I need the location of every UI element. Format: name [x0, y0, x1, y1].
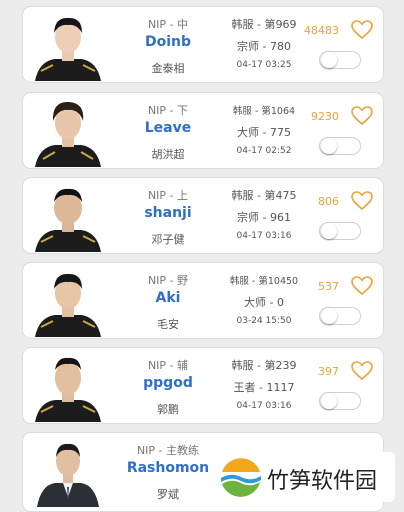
tier-points: 王者 - 1117 — [233, 381, 295, 394]
team-role: NIP - 野 — [147, 274, 189, 287]
follow-toggle[interactable] — [319, 392, 361, 410]
follow-toggle[interactable] — [319, 137, 361, 155]
heart-icon[interactable] — [351, 20, 373, 40]
player-card[interactable]: NIP - 野 Aki 毛安 韩服 - 第10450 大师 - 0 03-24 … — [22, 262, 384, 339]
team-role: NIP - 上 — [147, 189, 189, 202]
toggle-knob — [321, 138, 337, 154]
like-count: 806 — [318, 195, 339, 208]
server-rank: 韩服 - 第10450 — [229, 276, 299, 287]
server-rank: 韩服 - 第1064 — [232, 106, 296, 117]
team-role: NIP - 主教练 — [136, 444, 200, 457]
player-nickname[interactable]: Leave — [123, 120, 213, 136]
tier-points: 大师 - 775 — [237, 126, 291, 139]
like-count: 48483 — [304, 24, 339, 37]
player-avatar — [33, 9, 103, 81]
player-avatar — [33, 95, 103, 167]
update-time: 04-17 02:52 — [236, 146, 292, 156]
follow-toggle[interactable] — [319, 51, 361, 69]
update-time: 04-17 03:16 — [236, 401, 292, 411]
player-real-name: 胡洪超 — [151, 148, 185, 161]
bamboo-logo-icon — [219, 456, 263, 500]
player-nickname[interactable]: Doinb — [123, 34, 213, 50]
team-role: NIP - 中 — [147, 18, 189, 31]
player-avatar — [33, 265, 103, 337]
like-count: 9230 — [311, 110, 339, 123]
team-role: NIP - 下 — [147, 104, 189, 117]
team-role: NIP - 辅 — [147, 359, 189, 372]
player-real-name: 金泰相 — [151, 62, 185, 75]
like-count: 397 — [318, 365, 339, 378]
follow-toggle[interactable] — [319, 222, 361, 240]
site-watermark: 竹笋软件园 — [215, 452, 395, 502]
update-time: 04-17 03:16 — [236, 231, 292, 241]
player-nickname[interactable]: Rashomon — [123, 460, 213, 476]
player-real-name: 毛安 — [157, 318, 179, 331]
heart-icon[interactable] — [351, 276, 373, 296]
player-real-name: 郭鹏 — [157, 403, 179, 416]
toggle-knob — [321, 308, 337, 324]
update-time: 04-17 03:25 — [236, 60, 292, 70]
update-time: 03-24 15:50 — [236, 316, 292, 326]
toggle-knob — [321, 393, 337, 409]
player-card[interactable]: NIP - 下 Leave 胡洪超 韩服 - 第1064 大师 - 775 04… — [22, 92, 384, 169]
player-nickname[interactable]: shanji — [123, 205, 213, 221]
player-nickname[interactable]: ppgod — [123, 375, 213, 391]
player-real-name: 罗斌 — [157, 488, 179, 501]
heart-icon[interactable] — [351, 361, 373, 381]
player-real-name: 邓子健 — [151, 233, 185, 246]
follow-toggle[interactable] — [319, 307, 361, 325]
toggle-knob — [321, 223, 337, 239]
tier-points: 大师 - 0 — [244, 296, 284, 309]
player-card[interactable]: NIP - 中 Doinb 金泰相 韩服 - 第969 宗师 - 780 04-… — [22, 6, 384, 83]
tier-points: 宗师 - 780 — [237, 40, 291, 53]
tier-points: 宗师 - 961 — [237, 211, 291, 224]
like-count: 537 — [318, 280, 339, 293]
server-rank: 韩服 - 第969 — [231, 18, 297, 31]
heart-icon[interactable] — [351, 191, 373, 211]
toggle-knob — [321, 52, 337, 68]
server-rank: 韩服 - 第475 — [231, 189, 297, 202]
watermark-text: 竹笋软件园 — [267, 469, 378, 494]
heart-icon[interactable] — [351, 106, 373, 126]
player-card[interactable]: NIP - 上 shanji 邓子健 韩服 - 第475 宗师 - 961 04… — [22, 177, 384, 254]
player-list: NIP - 中 Doinb 金泰相 韩服 - 第969 宗师 - 780 04-… — [0, 0, 404, 512]
server-rank: 韩服 - 第239 — [231, 359, 297, 372]
player-avatar — [33, 350, 103, 422]
player-nickname[interactable]: Aki — [123, 290, 213, 306]
player-avatar — [33, 180, 103, 252]
player-avatar — [33, 435, 103, 507]
player-card[interactable]: NIP - 辅 ppgod 郭鹏 韩服 - 第239 王者 - 1117 04-… — [22, 347, 384, 424]
